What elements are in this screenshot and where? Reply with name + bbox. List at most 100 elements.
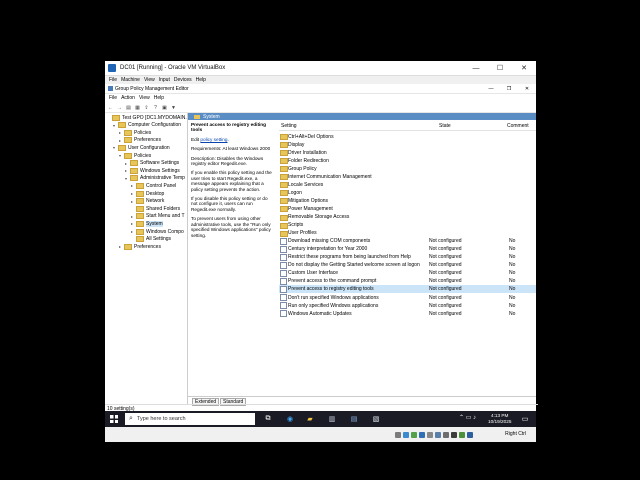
filter-icon[interactable]: ▼ <box>170 104 177 111</box>
tree-node[interactable]: ▸ Policies <box>119 129 151 136</box>
list-item-folder[interactable]: User Profiles <box>279 229 536 237</box>
column-comment[interactable]: Comment <box>507 123 529 129</box>
properties-icon[interactable]: ▣ <box>161 104 168 111</box>
tree-node[interactable]: ▾ Policies <box>119 152 151 159</box>
gpme-menu-action[interactable]: Action <box>121 95 135 101</box>
menu-devices[interactable]: Devices <box>174 77 192 83</box>
list-item-folder[interactable]: Internet Communication Management <box>279 172 536 181</box>
tree-node[interactable]: ▾ Administrative Temp <box>125 175 185 182</box>
tree-node[interactable]: ▸ Desktop <box>131 190 164 197</box>
list-item-folder[interactable]: Locale Services <box>279 180 536 189</box>
list-item-policy[interactable]: Do not display the Getting Started welco… <box>279 261 536 269</box>
setting-name: Restrict these programs from being launc… <box>288 254 411 261</box>
gpme-minimize-button[interactable]: — <box>482 84 500 93</box>
gpme-close-button[interactable]: ✕ <box>518 84 536 93</box>
tree-node[interactable]: Shared Folders <box>131 205 180 212</box>
requirements: Requirements: At least Windows 2000 <box>191 146 271 152</box>
hdd-icon[interactable] <box>395 431 401 438</box>
list-item-folder[interactable]: Display <box>279 140 536 149</box>
tree-node[interactable]: ▸ Start Menu and T <box>131 213 185 220</box>
optical-drive-icon[interactable] <box>403 431 409 438</box>
windows-start-icon[interactable] <box>110 415 118 423</box>
file-explorer-icon[interactable]: ▰ <box>305 414 315 424</box>
notification-icon[interactable]: ▭ <box>520 414 530 424</box>
list-item-policy[interactable]: Custom User Interface Not configured No <box>279 269 536 277</box>
list-item-policy[interactable]: Run only specified Windows applications N… <box>279 301 536 310</box>
taskbar-search-box[interactable]: ⌕ Type here to search <box>125 413 255 425</box>
list-item-folder[interactable]: Driver Installation <box>279 148 536 157</box>
tree-node[interactable]: ▸ Software Settings <box>125 160 179 167</box>
audio-icon[interactable] <box>411 431 417 438</box>
list-item-folder[interactable]: Removable Storage Access <box>279 213 536 221</box>
list-item-folder[interactable]: Logon <box>279 188 536 197</box>
list-item-policy[interactable]: Prevent access to registry editing tools… <box>279 284 536 293</box>
policy-setting-icon <box>280 294 287 301</box>
setting-name: Custom User Interface <box>288 270 339 277</box>
tree-node[interactable]: ▸ Windows Settings <box>125 167 180 174</box>
tree-node[interactable]: ▸ Network <box>131 198 164 205</box>
tree-node[interactable]: Test GPO [DC1.MYDOMAIN.LO <box>107 114 187 121</box>
menu-file[interactable]: File <box>109 77 117 83</box>
server-manager-icon[interactable]: ▥ <box>327 414 337 424</box>
column-state[interactable]: State <box>439 123 451 129</box>
view-list-icon[interactable]: ▦ <box>134 104 141 111</box>
folder-icon <box>136 228 144 235</box>
menu-view[interactable]: View <box>144 77 155 83</box>
export-icon[interactable]: ⇪ <box>143 104 150 111</box>
cpu-icon[interactable] <box>459 431 465 438</box>
tree-node[interactable]: ▸ System <box>131 220 163 227</box>
list-item-folder[interactable]: Ctrl+Alt+Del Options <box>279 132 536 140</box>
tree-node[interactable]: ▸ Preferences <box>119 137 161 144</box>
list-item-folder[interactable]: Power Management <box>279 204 536 213</box>
menu-machine[interactable]: Machine <box>121 77 140 83</box>
gpme-menu-file[interactable]: File <box>109 95 117 101</box>
setting-name: Power Management <box>288 205 333 212</box>
gpmc-icon[interactable]: ▤ <box>349 414 359 424</box>
network-icon[interactable] <box>419 431 425 438</box>
guest-screen: Group Policy Management Editor — ❐ ✕ Fil… <box>105 84 538 442</box>
minimize-button[interactable]: — <box>464 61 488 75</box>
list-item-folder[interactable]: Group Policy <box>279 164 536 173</box>
edge-icon[interactable]: ◉ <box>285 414 295 424</box>
menu-input[interactable]: Input <box>159 77 170 83</box>
list-item-policy[interactable]: Download missing COM components Not confi… <box>279 237 536 245</box>
menu-help[interactable]: Help <box>196 77 206 83</box>
tree-node[interactable]: ▾ User Configuration <box>113 144 170 151</box>
close-button[interactable]: ✕ <box>512 61 536 75</box>
list-item-folder[interactable]: Scripts <box>279 221 536 229</box>
display-icon[interactable] <box>443 431 449 438</box>
recording-icon[interactable] <box>451 431 457 438</box>
tree-node[interactable]: ▸ Preferences <box>119 243 161 250</box>
list-item-policy[interactable]: Century interpretation for Year 2000 Not … <box>279 245 536 253</box>
column-setting[interactable]: Setting <box>281 123 297 129</box>
taskbar-clock[interactable]: 4:13 PM 10/19/2025 <box>488 413 511 424</box>
back-arrow-icon[interactable]: ← <box>107 104 114 111</box>
tree-node[interactable]: ▾ Computer Configuration <box>113 122 181 129</box>
show-hide-tree-icon[interactable]: ▤ <box>125 104 132 111</box>
mouse-integration-icon[interactable] <box>467 431 473 438</box>
list-item-policy[interactable]: Windows Automatic Updates Not configured N… <box>279 309 536 318</box>
tree-node[interactable]: All Settings <box>131 236 171 243</box>
forward-arrow-icon[interactable]: → <box>116 104 123 111</box>
maximize-button[interactable]: ☐ <box>488 61 512 75</box>
task-view-icon[interactable]: ⧉ <box>263 414 273 424</box>
usb-icon[interactable] <box>427 431 433 438</box>
shared-folders-icon[interactable] <box>435 431 441 438</box>
setting-state: Not configured <box>429 238 462 245</box>
list-item-policy[interactable]: Don't run specified Windows applications… <box>279 293 536 301</box>
list-item-folder[interactable]: Mitigation Options <box>279 196 536 205</box>
gpme-menu-help[interactable]: Help <box>154 95 164 101</box>
list-item-policy[interactable]: Prevent access to the command prompt Not … <box>279 277 536 285</box>
list-item-policy[interactable]: Restrict these programs from being launc… <box>279 253 536 261</box>
gpme-taskbar-icon[interactable]: ▧ <box>371 414 381 424</box>
help-icon[interactable]: ? <box>152 104 159 111</box>
gpme-menu-view[interactable]: View <box>139 95 150 101</box>
tray-icons[interactable]: ⌃ ▭ ♪ <box>459 414 476 421</box>
gpme-maximize-button[interactable]: ❐ <box>500 84 518 93</box>
list-item-folder[interactable]: Folder Redirection <box>279 156 536 165</box>
tree-node[interactable]: ▸ Windows Compo <box>131 228 184 235</box>
folder-icon <box>136 182 144 189</box>
tree-node[interactable]: ▸ Control Panel <box>131 182 176 189</box>
edit-policy-link[interactable]: policy setting <box>200 137 227 142</box>
setting-state: Not configured <box>429 246 462 253</box>
